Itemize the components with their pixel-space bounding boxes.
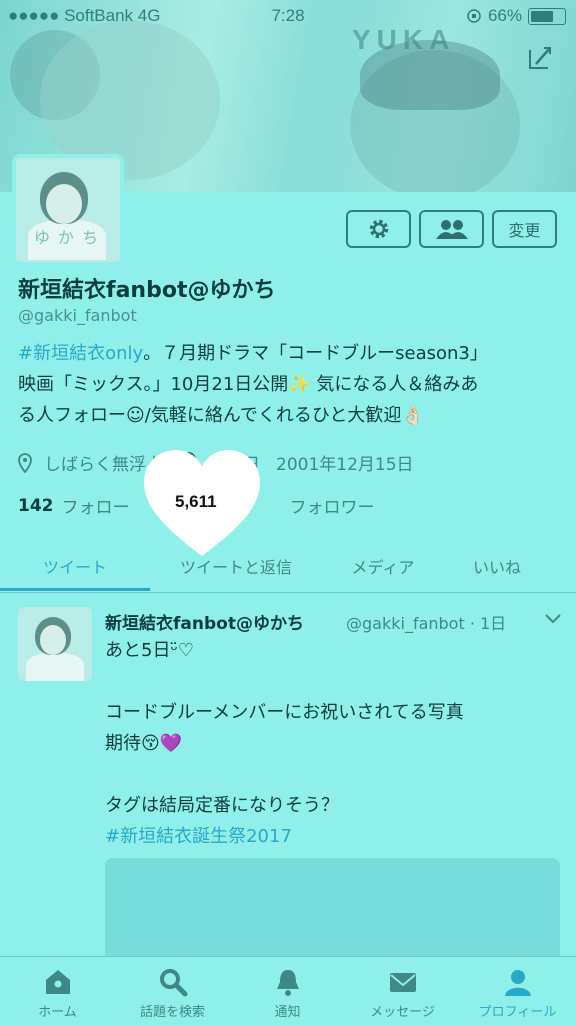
followers-label[interactable]: フォロワー — [290, 493, 375, 518]
following-count[interactable]: 142 — [18, 496, 54, 516]
edit-profile-button[interactable]: 変更 — [492, 210, 557, 248]
avatar-face-shape — [40, 625, 66, 655]
battery-icon — [528, 7, 566, 25]
tweet-line: コードブルーメンバーにお祝いされてる写真 — [105, 702, 464, 723]
chevron-down-icon[interactable] — [544, 613, 562, 625]
tab-tweets-and-replies[interactable]: ツイートと返信 — [150, 540, 322, 592]
tweet-text: あと5日ᵕ̈♡ コードブルーメンバーにお祝いされてる写真 期待😚💜 タグは結局定… — [105, 635, 560, 852]
settings-button[interactable] — [346, 210, 411, 248]
nav-home[interactable]: ホーム — [0, 957, 115, 1025]
bottom-tab-bar: ホーム 話題を検索 通知 メッセージ プロフィール — [0, 956, 576, 1025]
location-pin-icon — [18, 452, 32, 473]
profile-bio: #新垣結衣only。７月期ドラマ「コードブルーseason3」 映画「ミックス。… — [18, 338, 563, 431]
nav-label: 話題を検索 — [139, 1005, 205, 1020]
mail-icon — [390, 973, 416, 992]
tweet-author-name[interactable]: 新垣結衣fanbot@ゆかち — [105, 609, 304, 634]
nav-label: ホーム — [38, 1005, 77, 1020]
tab-media[interactable]: メディア — [322, 540, 444, 592]
bell-icon — [277, 970, 299, 996]
active-tab-indicator — [0, 588, 150, 591]
lists-button[interactable] — [419, 210, 484, 248]
tab-tweets[interactable]: ツイート — [0, 540, 150, 592]
avatar-caption: ゆかち — [34, 228, 107, 247]
profile-handle: @gakki_fanbot — [18, 306, 137, 325]
search-icon — [160, 969, 188, 997]
bio-text: る人フォロー☺/気軽に絡んでくれるひと大歓迎👌🏻 — [18, 405, 424, 426]
tweet-item[interactable]: 新垣結衣fanbot@ゆかち @gakki_fanbot · 1日 あと5日ᵕ̈… — [0, 593, 576, 963]
status-right: 66% — [466, 6, 566, 26]
followers-count[interactable]: 5,611 — [175, 492, 217, 512]
nav-messages[interactable]: メッセージ — [345, 957, 460, 1025]
rotation-lock-icon — [467, 9, 481, 23]
avatar-body-shape — [26, 653, 84, 681]
tab-likes[interactable]: いいね — [444, 540, 550, 592]
tweet-line: 期待😚💜 — [105, 733, 183, 754]
profile-tabs: ツイート ツイートと返信 メディア いいね — [0, 540, 576, 593]
people-icon — [435, 220, 468, 239]
tweet-media[interactable] — [105, 858, 560, 963]
nav-profile[interactable]: プロフィール — [460, 957, 575, 1025]
tweet-line: あと5日ᵕ̈♡ — [105, 640, 195, 661]
tweet-hashtag[interactable]: #新垣結衣誕生祭2017 — [105, 826, 292, 847]
nav-label: 通知 — [274, 1005, 301, 1020]
bio-hashtag[interactable]: #新垣結衣only — [18, 343, 143, 364]
bio-text: 。７月期ドラマ「コードブルーseason3」 — [143, 343, 488, 364]
home-icon — [46, 970, 70, 994]
profile-name: 新垣結衣fanbot@ゆかち — [18, 278, 276, 303]
nav-label: プロフィール — [478, 1005, 557, 1020]
tweet-line: タグは結局定番になりそう？ — [105, 795, 339, 816]
nav-notifications[interactable]: 通知 — [230, 957, 345, 1025]
compose-icon[interactable] — [524, 42, 556, 74]
profile-icon — [505, 970, 531, 996]
following-label[interactable]: フォロー — [62, 493, 130, 518]
battery-percent: 66% — [487, 6, 522, 25]
status-bar: ●●●●● SoftBank 4G 7:28 66% — [0, 0, 576, 34]
profile-avatar[interactable]: ゆかち — [12, 154, 124, 266]
gear-icon — [369, 219, 388, 239]
bio-text: 映画「ミックス。」10月21日公開✨ 気になる人＆絡みあ — [18, 374, 479, 395]
nav-search[interactable]: 話題を検索 — [115, 957, 230, 1025]
profile-birthday: 2001年12月15日 — [276, 455, 414, 475]
nav-label: メッセージ — [370, 1005, 435, 1020]
tweet-avatar[interactable] — [18, 607, 92, 681]
avatar-face-shape — [46, 184, 82, 224]
tweet-meta: @gakki_fanbot · 1日 — [346, 614, 507, 633]
